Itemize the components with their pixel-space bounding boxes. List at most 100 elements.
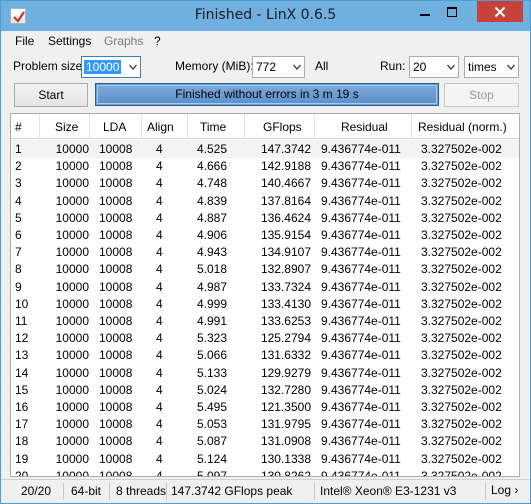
table-row[interactable]: 14 10000 10008 4 5.133 129.9279 9.436774e-011 3…: [11, 364, 519, 382]
table-row[interactable]: 17 10000 10008 4 5.053 131.9795 9.436774e-011 3…: [11, 415, 519, 433]
cell-time: 5.018: [197, 262, 228, 277]
results-table[interactable]: # Size LDA Align Time GFlops Residual Re…: [10, 113, 520, 477]
cell-align: 4: [156, 228, 163, 242]
cell-residual: 9.436774e-011: [321, 382, 401, 397]
start-button[interactable]: Start: [14, 83, 88, 107]
cell-align: 4: [156, 417, 163, 432]
cell-lda: 10008: [99, 434, 133, 449]
cell-residual: 9.436774e-011: [321, 142, 401, 156]
cell-lda: 10008: [99, 228, 133, 242]
cell-time: 5.323: [197, 331, 228, 346]
cell-residual-norm: 3.327502e-002: [421, 468, 502, 477]
cell-lda: 10008: [99, 451, 133, 466]
maximize-button[interactable]: [438, 1, 465, 22]
menu-file[interactable]: File: [15, 34, 34, 48]
cell-time: 5.124: [197, 451, 228, 466]
table-row[interactable]: 18 10000 10008 4 5.087 131.0908 9.436774e-011 3…: [11, 432, 519, 450]
cell-align: 4: [156, 159, 163, 174]
cell-residual: 9.436774e-011: [321, 279, 401, 294]
table-row[interactable]: 10 10000 10008 4 4.999 133.4130 9.436774e-011 3…: [11, 295, 519, 313]
cell-num: 7: [15, 245, 22, 260]
cell-gflops: 131.0908: [260, 434, 311, 449]
cell-residual-norm: 3.327502e-002: [421, 400, 502, 414]
stop-button[interactable]: Stop: [444, 83, 519, 107]
cell-residual: 9.436774e-011: [321, 193, 401, 208]
cell-num: 8: [15, 262, 22, 277]
table-row[interactable]: 5 10000 10008 4 4.887 136.4624 9.436774e-011 3.…: [11, 209, 519, 227]
cell-residual-norm: 3.327502e-002: [421, 245, 502, 260]
memory-label: Memory (MiB):: [175, 59, 254, 73]
cell-residual-norm: 3.327502e-002: [421, 365, 502, 380]
cell-gflops: 129.9279: [260, 365, 311, 380]
table-row[interactable]: 8 10000 10008 4 5.018 132.8907 9.436774e-011 3.…: [11, 260, 519, 278]
col-header-lda[interactable]: LDA: [103, 120, 126, 134]
col-header-size[interactable]: Size: [55, 120, 78, 134]
cell-gflops: 132.7280: [260, 382, 311, 397]
problem-size-combo[interactable]: 10000: [81, 56, 141, 78]
title-bar[interactable]: Finished - LinX 0.6.5: [1, 1, 530, 31]
cell-size: 10000: [55, 417, 89, 432]
cell-gflops: 131.9795: [260, 417, 311, 432]
close-button[interactable]: [477, 1, 523, 22]
cell-time: 5.024: [197, 382, 228, 397]
cell-lda: 10008: [99, 245, 133, 260]
cell-align: 4: [156, 296, 163, 311]
log-button[interactable]: Log ›: [491, 483, 524, 501]
chevron-down-icon: [129, 64, 137, 70]
cell-residual-norm: 3.327502e-002: [421, 142, 502, 156]
col-header-residual-norm[interactable]: Residual (norm.): [418, 120, 507, 134]
cell-align: 4: [156, 142, 163, 156]
cell-gflops: 136.4624: [260, 210, 311, 225]
table-row[interactable]: 11 10000 10008 4 4.991 133.6253 9.436774e-011 3…: [11, 312, 519, 330]
col-header-residual[interactable]: Residual: [341, 120, 388, 134]
table-row[interactable]: 1 10000 10008 4 4.525 147.3742 9.436774e-011 3.…: [11, 140, 519, 158]
table-row[interactable]: 2 10000 10008 4 4.666 142.9188 9.436774e-011 3.…: [11, 157, 519, 175]
table-row[interactable]: 19 10000 10008 4 5.124 130.1338 9.436774e-011 3…: [11, 450, 519, 468]
table-header: # Size LDA Align Time GFlops Residual Re…: [11, 114, 519, 139]
table-row[interactable]: 20 10000 10008 4 5.097 130.8262 9.436774e-011 3…: [11, 467, 519, 477]
cell-residual: 9.436774e-011: [321, 348, 401, 363]
cell-size: 10000: [55, 331, 89, 346]
cell-lda: 10008: [99, 365, 133, 380]
cell-residual-norm: 3.327502e-002: [421, 434, 502, 449]
memory-all-label: All: [315, 59, 329, 73]
run-count-value: 20: [413, 60, 427, 74]
table-row[interactable]: 3 10000 10008 4 4.748 140.4667 9.436774e-011 3.…: [11, 174, 519, 192]
menu-graphs[interactable]: Graphs: [104, 34, 143, 48]
memory-combo[interactable]: 772: [252, 56, 305, 78]
cell-residual-norm: 3.327502e-002: [421, 176, 502, 191]
table-row[interactable]: 7 10000 10008 4 4.943 134.9107 9.436774e-011 3.…: [11, 243, 519, 261]
menu-help[interactable]: ?: [154, 34, 161, 48]
table-row[interactable]: 15 10000 10008 4 5.024 132.7280 9.436774e-011 3…: [11, 381, 519, 399]
table-row[interactable]: 6 10000 10008 4 4.906 135.9154 9.436774e-011 3.…: [11, 226, 519, 244]
table-row[interactable]: 12 10000 10008 4 5.323 125.2794 9.436774e-011 3…: [11, 329, 519, 347]
cell-lda: 10008: [99, 468, 133, 477]
cell-size: 10000: [55, 296, 89, 311]
cell-time: 5.087: [197, 434, 228, 449]
col-header-align[interactable]: Align: [147, 120, 174, 134]
cell-size: 10000: [55, 245, 89, 260]
col-header-gflops[interactable]: GFlops: [263, 120, 302, 134]
menu-settings[interactable]: Settings: [48, 34, 91, 48]
table-row[interactable]: 13 10000 10008 4 5.066 131.6332 9.436774e-011 3…: [11, 346, 519, 364]
run-unit-combo[interactable]: times: [464, 56, 519, 78]
cell-lda: 10008: [99, 296, 133, 311]
run-count-combo[interactable]: 20: [409, 56, 459, 78]
cell-time: 4.748: [197, 176, 228, 191]
cell-gflops: 130.8262: [260, 468, 311, 477]
cell-size: 10000: [55, 434, 89, 449]
col-header-num[interactable]: #: [15, 120, 22, 134]
table-row[interactable]: 4 10000 10008 4 4.839 137.8164 9.436774e-011 3.…: [11, 192, 519, 210]
col-header-time[interactable]: Time: [200, 120, 226, 134]
cell-time: 4.887: [197, 210, 228, 225]
cell-align: 4: [156, 434, 163, 449]
table-row[interactable]: 9 10000 10008 4 4.987 133.7324 9.436774e-011 3.…: [11, 278, 519, 296]
cell-align: 4: [156, 451, 163, 466]
status-peak: 147.3742 GFlops peak: [171, 484, 293, 498]
cell-time: 5.097: [197, 468, 228, 477]
cell-time: 4.999: [197, 296, 228, 311]
cell-residual: 9.436774e-011: [321, 417, 401, 432]
cell-align: 4: [156, 210, 163, 225]
minimize-button[interactable]: [411, 1, 438, 22]
table-row[interactable]: 16 10000 10008 4 5.495 121.3500 9.436774e-011 3…: [11, 398, 519, 416]
